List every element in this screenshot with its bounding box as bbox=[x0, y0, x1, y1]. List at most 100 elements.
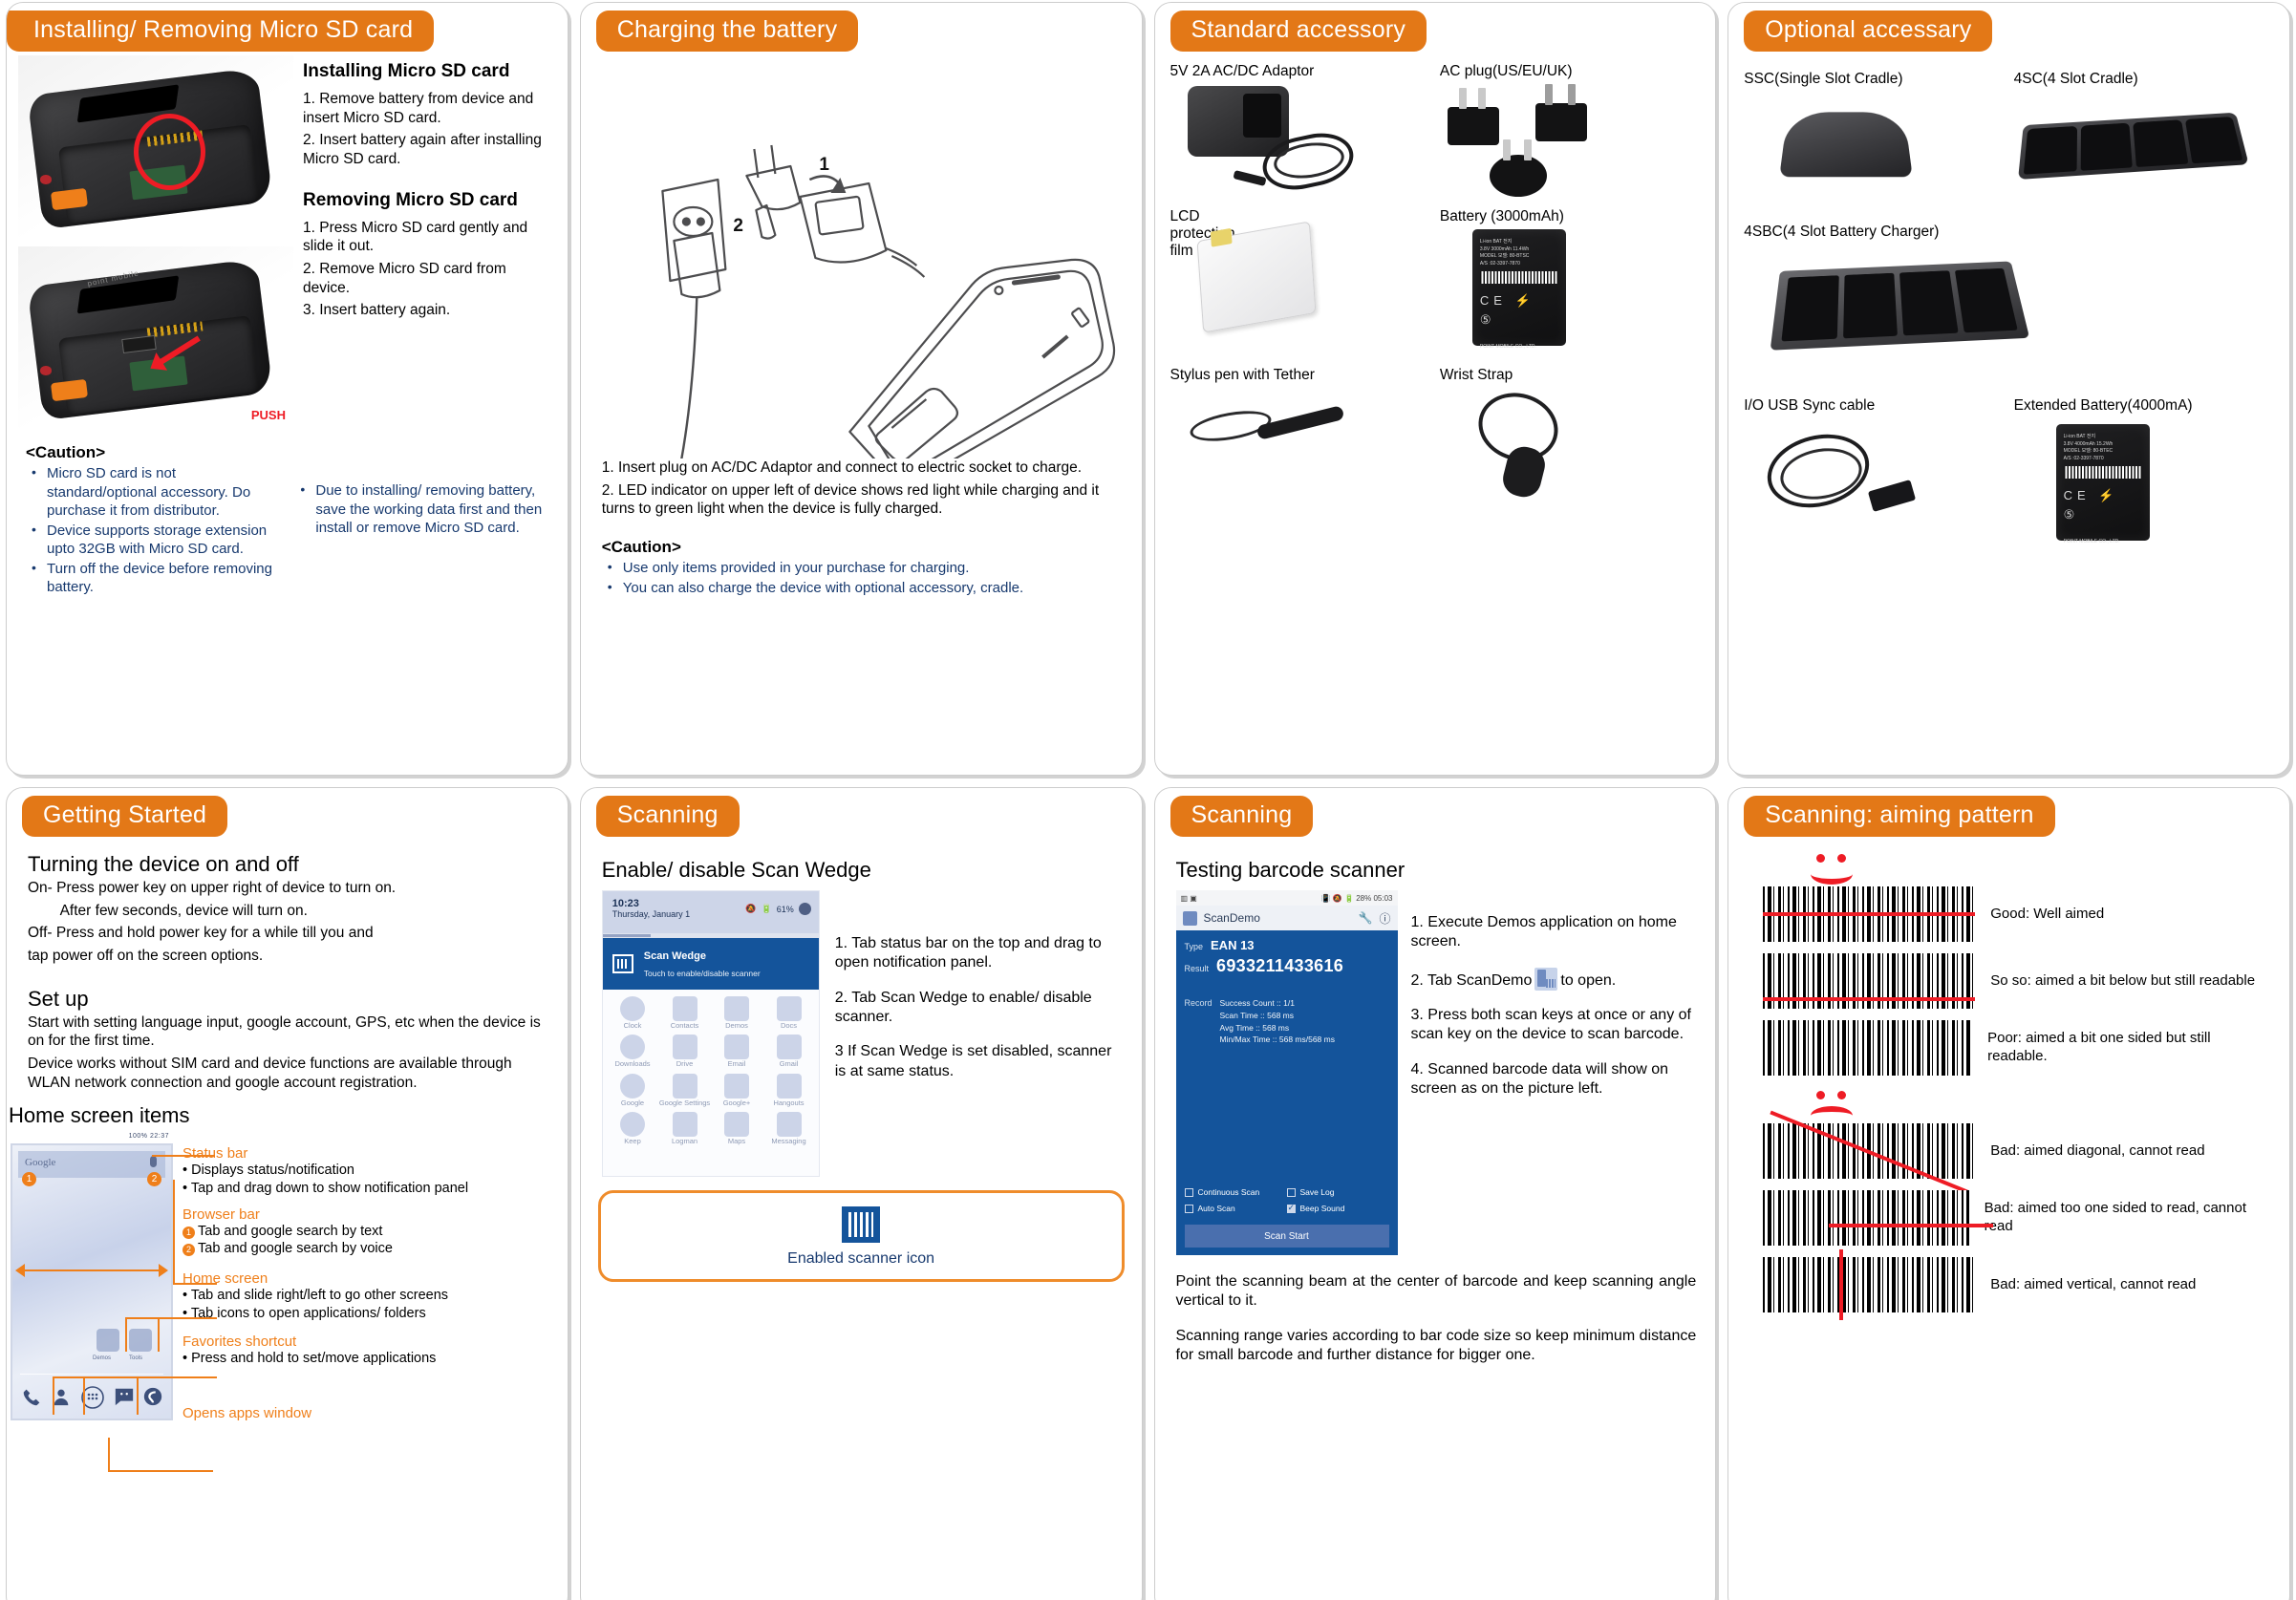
app-icon[interactable] bbox=[620, 1074, 645, 1099]
scandemo-app-icon[interactable] bbox=[1534, 968, 1557, 991]
svg-text:1: 1 bbox=[819, 155, 829, 175]
microphone-icon[interactable] bbox=[150, 1156, 157, 1167]
browser-bar[interactable]: Google bbox=[18, 1151, 165, 1178]
accessory-label-battery: Battery (3000mAh) bbox=[1440, 208, 1700, 225]
checkbox-beep-sound[interactable]: Beep Sound bbox=[1287, 1204, 1389, 1213]
annotation-line: • Displays status/notification bbox=[182, 1163, 554, 1180]
panel-title-standard-accessory: Standard accessory bbox=[1170, 11, 1427, 52]
app-icon[interactable] bbox=[620, 996, 645, 1021]
aim-caption: Bad: aimed vertical, cannot read bbox=[1990, 1276, 2196, 1294]
app-cell[interactable]: Contacts bbox=[658, 994, 711, 1030]
app-cell[interactable]: Demos bbox=[711, 994, 763, 1030]
badge-2: 2 bbox=[182, 1244, 195, 1256]
avatar[interactable] bbox=[799, 903, 811, 915]
certification-marks-icon: CE ⚡ ⑤ bbox=[2064, 486, 2142, 523]
mock-app-title: ScanDemo bbox=[1204, 911, 1352, 925]
remove-step-1: 1. Press Micro SD card gently and slide … bbox=[303, 219, 554, 256]
app-cell[interactable]: Keep bbox=[607, 1110, 659, 1145]
optional-image-4sbc bbox=[1744, 243, 2274, 386]
app-cell[interactable]: Logman bbox=[658, 1110, 711, 1145]
checkbox-save-log[interactable]: Save Log bbox=[1287, 1187, 1389, 1197]
messaging-icon[interactable] bbox=[114, 1386, 135, 1407]
app-icon-tools[interactable] bbox=[129, 1329, 152, 1352]
app-icon[interactable] bbox=[777, 1112, 802, 1137]
charging-step-1: 1. Insert plug on AC/DC Adaptor and conn… bbox=[602, 459, 1121, 478]
settings-wrench-icon[interactable]: 🔧 bbox=[1359, 911, 1373, 925]
aim-caption: So so: aimed a bit below but still reada… bbox=[1990, 972, 2255, 991]
app-icon-demos[interactable] bbox=[97, 1329, 119, 1352]
app-cell[interactable]: Clock bbox=[607, 994, 659, 1030]
home-screen-annotations: Status bar • Displays status/notificatio… bbox=[182, 1143, 554, 1422]
type-value: EAN 13 bbox=[1211, 938, 1255, 952]
phone-icon[interactable] bbox=[22, 1386, 43, 1407]
annotation-heading: Favorites shortcut bbox=[182, 1333, 554, 1350]
app-grid: CalculatorCalendarCameraChromeClockConta… bbox=[603, 990, 819, 1151]
scan-wedge-mock: 10:23 Thursday, January 1 🔕 🔋 61% Scan W… bbox=[602, 890, 820, 1177]
optional-image-4sc bbox=[2014, 90, 2274, 212]
leader-line bbox=[158, 1317, 160, 1352]
app-icon[interactable] bbox=[673, 1035, 697, 1059]
app-cell[interactable]: Hangouts bbox=[762, 1072, 815, 1107]
panel-scanning-scandemo: Scanning Testing barcode scanner ▥ ▣ 📳 🔕… bbox=[1154, 787, 1717, 1600]
app-icon[interactable] bbox=[724, 1074, 749, 1099]
list-item: Due to installing/ removing battery, sav… bbox=[294, 481, 547, 538]
google-logo: Google bbox=[25, 1157, 55, 1168]
checkbox-continuous-scan[interactable]: Continuous Scan bbox=[1185, 1187, 1287, 1197]
accessory-image-battery: Li-ion BAT 전지 3.8V 3000mAh 11.4Wh MODEL … bbox=[1440, 227, 1700, 350]
info-icon[interactable]: ⓘ bbox=[1379, 910, 1390, 927]
accessory-label-ac-plug: AC plug(US/EU/UK) bbox=[1440, 63, 1700, 80]
power-line: On- Press power key on upper right of de… bbox=[28, 879, 547, 898]
battery-spec-line: MODEL 모델: 80-BTSC bbox=[1480, 253, 1558, 261]
wedge-step-3: 3 If Scan Wedge is set disabled, scanner… bbox=[835, 1042, 1123, 1081]
app-icon[interactable] bbox=[620, 1112, 645, 1137]
power-line: Off- Press and hold power key for a whil… bbox=[28, 924, 547, 943]
checkbox-auto-scan[interactable]: Auto Scan bbox=[1185, 1204, 1287, 1213]
app-icon[interactable] bbox=[673, 1112, 697, 1137]
optional-label-4sbc: 4SBC(4 Slot Battery Charger) bbox=[1744, 224, 2274, 241]
app-icon[interactable] bbox=[777, 1035, 802, 1059]
demo-step-4: 4. Scanned barcode data will show on scr… bbox=[1411, 1060, 1697, 1099]
setup-line: Device works without SIM card and device… bbox=[28, 1055, 547, 1092]
app-icon[interactable] bbox=[724, 1112, 749, 1137]
app-label: Email bbox=[711, 1060, 763, 1068]
optional-image-ssc bbox=[1744, 90, 2004, 212]
checkbox-label: Auto Scan bbox=[1198, 1204, 1235, 1213]
badge-1: 1 bbox=[22, 1172, 36, 1186]
app-cell[interactable]: Google Settings bbox=[658, 1072, 711, 1107]
app-cell[interactable]: Google bbox=[607, 1072, 659, 1107]
app-cell[interactable]: Email bbox=[711, 1033, 763, 1068]
app-cell[interactable]: Maps bbox=[711, 1110, 763, 1145]
photo-install-sd-card bbox=[18, 55, 293, 237]
app-icon[interactable] bbox=[777, 996, 802, 1021]
panel-title-charging: Charging the battery bbox=[596, 11, 859, 52]
scan-start-button[interactable]: Scan Start bbox=[1185, 1225, 1389, 1248]
remove-step-3: 3. Insert battery again. bbox=[303, 301, 554, 320]
app-cell[interactable]: Google+ bbox=[711, 1072, 763, 1107]
app-icon[interactable] bbox=[724, 1035, 749, 1059]
app-icon[interactable] bbox=[724, 996, 749, 1021]
quick-start-guide-page: Installing/ Removing Micro SD card point… bbox=[0, 0, 2296, 1600]
notification-scan-wedge[interactable]: Scan Wedge Touch to enable/disable scann… bbox=[603, 938, 819, 990]
mock-status-bar[interactable]: 10:23 Thursday, January 1 🔕 🔋 61% bbox=[603, 891, 819, 933]
app-cell[interactable]: Downloads bbox=[607, 1033, 659, 1068]
app-cell[interactable]: Drive bbox=[658, 1033, 711, 1068]
battery-icon: 🔋 bbox=[762, 904, 772, 914]
app-icon[interactable] bbox=[673, 1074, 697, 1099]
sd-card-photos: point mobile PUSH bbox=[18, 55, 293, 428]
app-cell[interactable]: Docs bbox=[762, 994, 815, 1030]
app-cell[interactable]: Gmail bbox=[762, 1033, 815, 1068]
app-cell[interactable]: Messaging bbox=[762, 1110, 815, 1145]
barcode-icon bbox=[2064, 466, 2142, 479]
annotation-text: Tab and google search by voice bbox=[198, 1241, 393, 1256]
app-icon[interactable] bbox=[777, 1074, 802, 1099]
browser-icon[interactable] bbox=[142, 1386, 163, 1407]
app-label-demos: Demos bbox=[93, 1355, 111, 1361]
record-line: Scan Time :: 568 ms bbox=[1220, 1011, 1294, 1020]
app-icon[interactable] bbox=[673, 996, 697, 1021]
demo-step-2-text: 2. Tab ScanDemo bbox=[1411, 972, 1533, 989]
notification-drag-handle[interactable] bbox=[603, 933, 819, 938]
heading-testing-barcode-scanner: Testing barcode scanner bbox=[1176, 858, 1697, 883]
panel-standard-accessory: Standard accessory 5V 2A AC/DC Adaptor A… bbox=[1154, 2, 1717, 776]
app-icon[interactable] bbox=[620, 1035, 645, 1059]
annotation-text: Tab and google search by text bbox=[198, 1224, 382, 1239]
